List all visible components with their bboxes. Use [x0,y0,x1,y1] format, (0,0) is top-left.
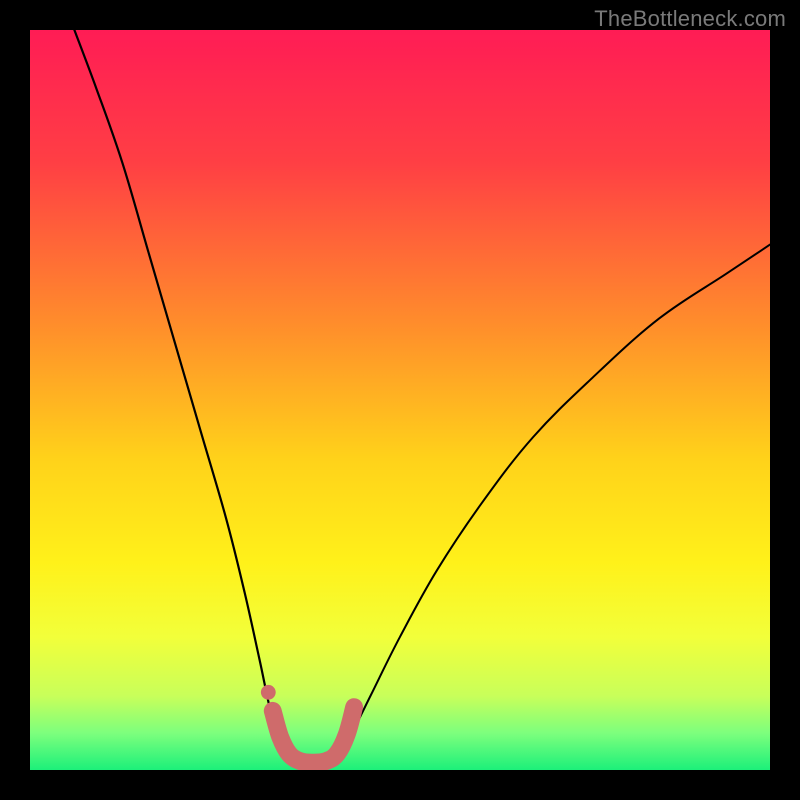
plot-area [30,30,770,770]
watermark-text: TheBottleneck.com [594,6,786,32]
bottom-marker-path [273,707,354,763]
outer-frame: TheBottleneck.com [0,0,800,800]
bottom-marker-lead-dot [261,685,276,700]
curves-layer [30,30,770,770]
right-curve [333,245,770,763]
left-curve [74,30,292,763]
